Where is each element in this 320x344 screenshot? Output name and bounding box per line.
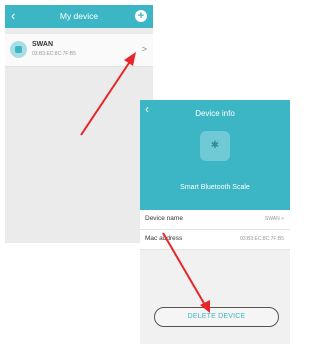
arrow-to-device-row <box>80 52 136 136</box>
annotation-arrows <box>80 52 210 313</box>
arrow-to-delete-button <box>162 232 210 313</box>
